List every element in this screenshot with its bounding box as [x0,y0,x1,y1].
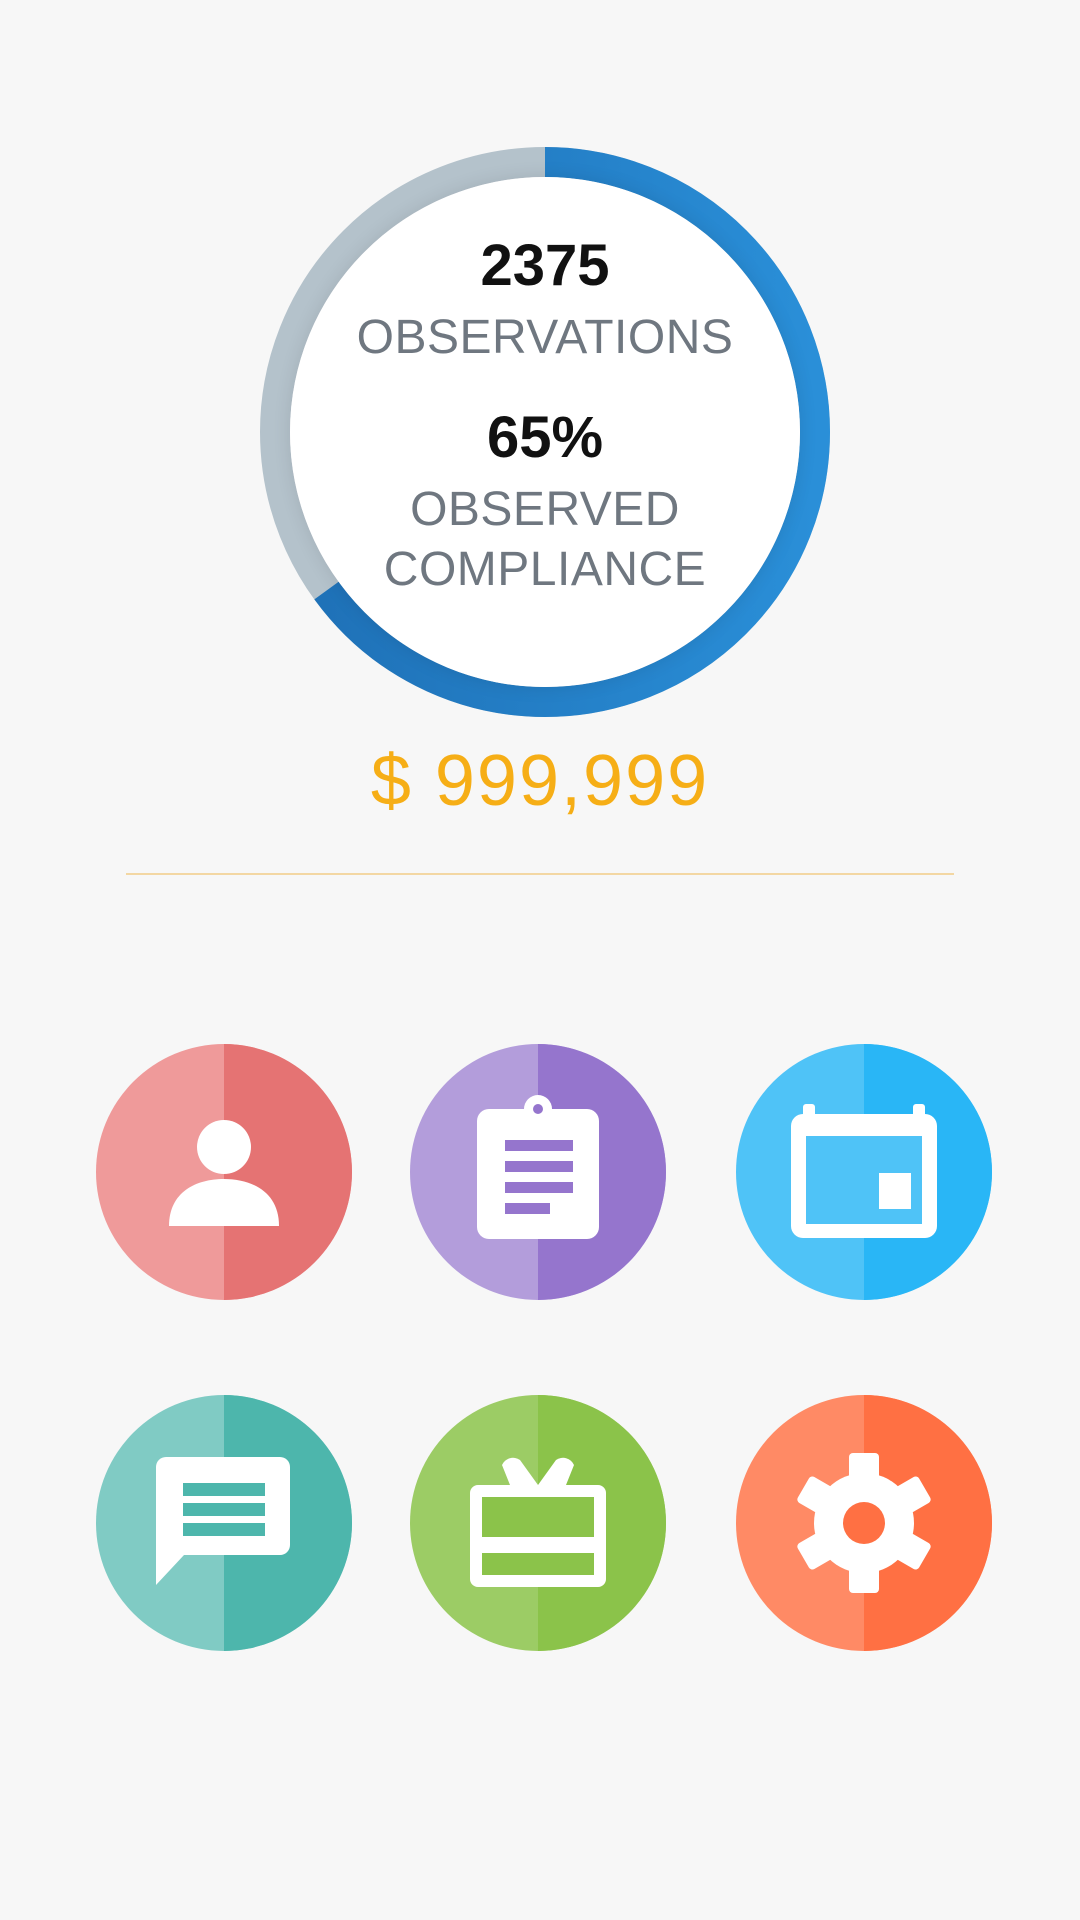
messages-button[interactable] [96,1395,352,1651]
settings-button[interactable] [736,1395,992,1651]
gift-card-icon [470,1457,606,1587]
observations-count: 2375 [480,233,610,298]
compliance-gauge: 2375 OBSERVATIONS 65% OBSERVED COMPLIANC… [260,147,830,717]
compliance-label-text: OBSERVED COMPLIANCE [383,483,707,596]
chat-icon [156,1457,290,1585]
settings-icon [797,1453,931,1593]
savings-amount: $ 999,999 [370,741,710,821]
observations-button[interactable] [410,1044,666,1300]
divider [126,873,954,875]
profile-button[interactable] [96,1044,352,1300]
clipboard-icon [477,1095,599,1239]
calendar-icon [791,1104,937,1238]
observations-label: OBSERVATIONS [356,311,734,364]
compliance-label: OBSERVED COMPLIANCE [260,480,830,600]
person-icon [169,1120,279,1226]
calendar-button[interactable] [736,1044,992,1300]
rewards-button[interactable] [410,1395,666,1651]
compliance-percent: 65% [486,405,604,470]
